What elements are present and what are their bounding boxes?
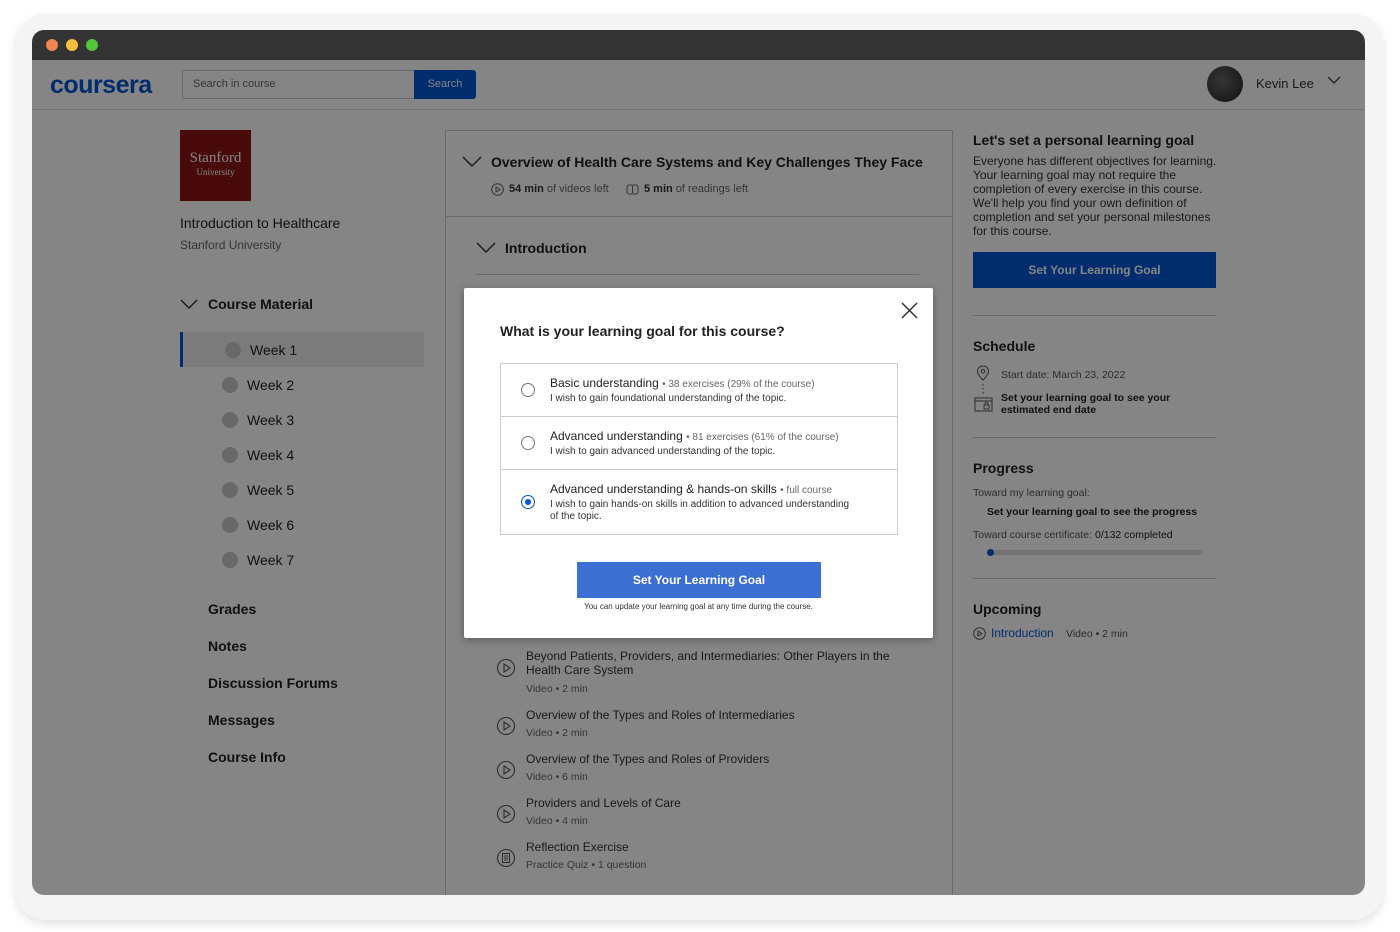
option-detail: • 81 exercises (61% of the course) (686, 432, 839, 443)
close-window-dot[interactable] (46, 39, 58, 51)
option-detail: • 38 exercises (29% of the course) (662, 379, 815, 390)
goal-option-advanced[interactable]: Advanced understanding • 81 exercises (6… (501, 417, 897, 470)
maximize-window-dot[interactable] (86, 39, 98, 51)
radio-button[interactable] (521, 383, 535, 397)
goal-options: Basic understanding • 38 exercises (29% … (500, 363, 898, 535)
radio-button[interactable] (521, 436, 535, 450)
option-title: Advanced understanding & hands-on skills (550, 482, 777, 496)
modal-set-goal-button[interactable]: Set Your Learning Goal (577, 562, 821, 598)
option-description: I wish to gain hands-on skills in additi… (550, 499, 850, 522)
title-bar (32, 30, 1365, 60)
modal-note: You can update your learning goal at any… (584, 602, 813, 611)
minimize-window-dot[interactable] (66, 39, 78, 51)
goal-option-hands-on[interactable]: Advanced understanding & hands-on skills… (501, 470, 897, 534)
learning-goal-modal: What is your learning goal for this cour… (464, 288, 933, 638)
goal-option-basic[interactable]: Basic understanding • 38 exercises (29% … (501, 364, 897, 417)
option-description: I wish to gain advanced understanding of… (550, 446, 776, 457)
option-title-line: Advanced understanding & hands-on skills… (550, 482, 832, 496)
option-title: Advanced understanding (550, 429, 683, 443)
option-title-line: Basic understanding • 38 exercises (29% … (550, 376, 815, 390)
option-detail: • full course (780, 485, 833, 496)
option-title: Basic understanding (550, 376, 659, 390)
close-icon[interactable] (901, 302, 918, 319)
option-title-line: Advanced understanding • 81 exercises (6… (550, 429, 839, 443)
modal-title: What is your learning goal for this cour… (500, 323, 785, 339)
option-description: I wish to gain foundational understandin… (550, 393, 787, 404)
radio-button-selected[interactable] (521, 495, 535, 509)
